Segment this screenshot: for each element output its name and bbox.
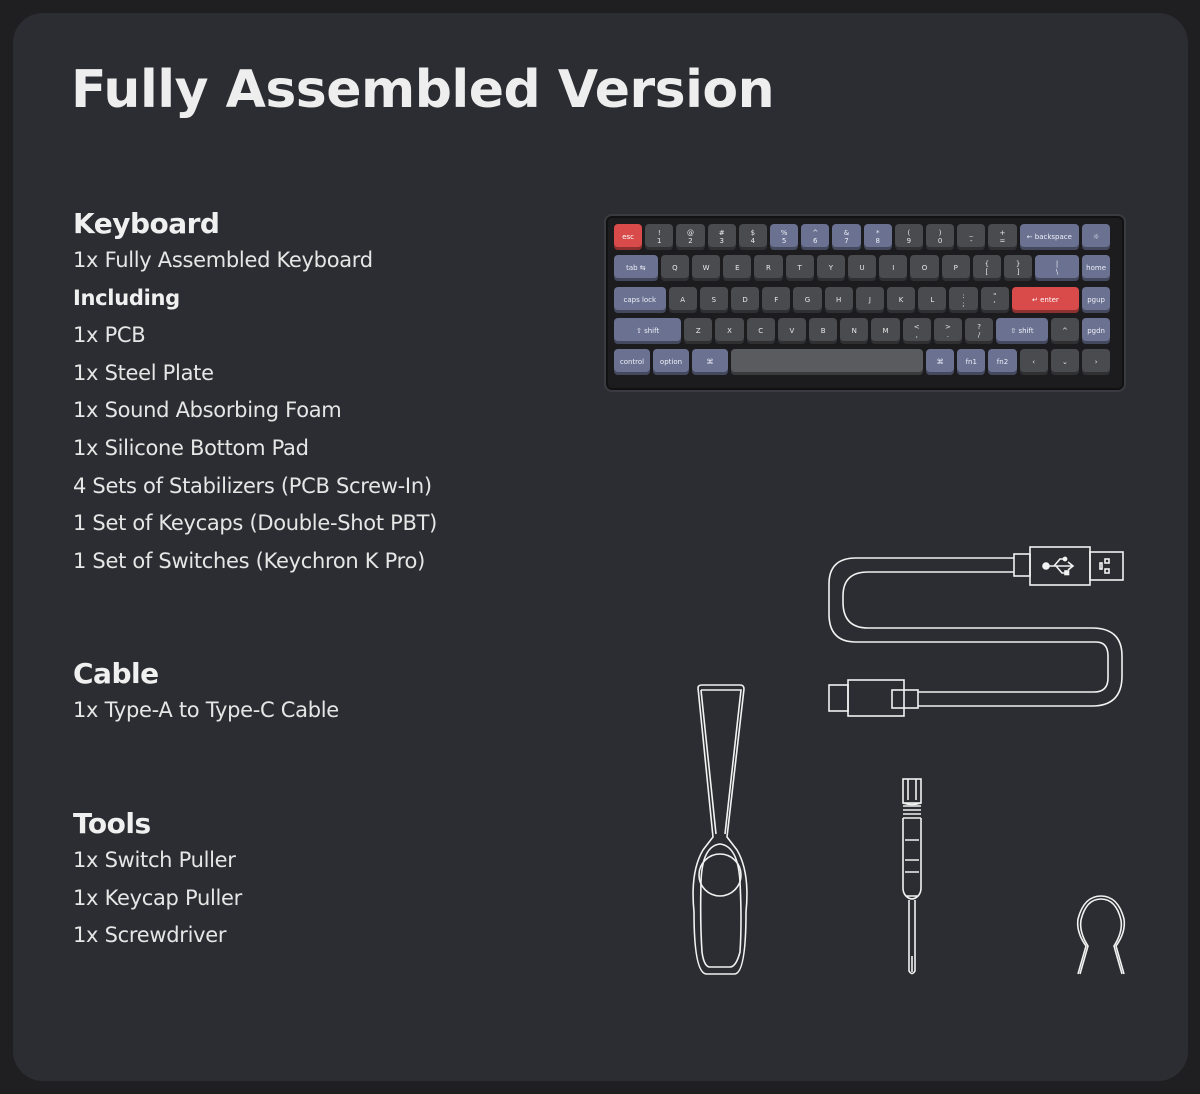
keycap: ⇧ shift (614, 317, 682, 344)
keycap: $4 (738, 224, 767, 250)
keycap: #3 (707, 224, 736, 250)
keycap: ) 0 (926, 224, 955, 250)
keycap: › (1082, 349, 1111, 376)
usb-symbol-icon (1042, 556, 1075, 576)
keycap: option (653, 349, 689, 376)
list-item: 1x Fully Assembled Keyboard (73, 248, 373, 272)
keycap: fn1 (957, 349, 986, 376)
keycap: >. (933, 317, 962, 344)
keycap: A (668, 286, 697, 313)
list-item: 1 Set of Keycaps (Double-Shot PBT) (73, 511, 438, 536)
keycap: * 8 (863, 224, 892, 250)
keycap: + = (988, 224, 1017, 250)
keycap: {[ (972, 255, 1001, 282)
keycap: tab ⇆ (614, 255, 658, 282)
list-item: 1x Silicone Bottom Pad (73, 435, 309, 460)
keycap: M (871, 317, 900, 344)
keycap: O (910, 255, 939, 282)
keycap: & 7 (832, 224, 861, 250)
keycap: " ' (980, 286, 1009, 313)
keycap: ! 1 (645, 224, 674, 250)
keycap: U (848, 255, 877, 282)
list-item: 1x Type-A to Type-C Cable (73, 698, 339, 722)
list-item: 1x Switch Puller (73, 848, 236, 872)
keycap: B (809, 317, 838, 344)
keycap: W (692, 255, 721, 282)
keycap: V (777, 317, 806, 344)
keycap: pgup (1082, 286, 1111, 313)
list-item: 1x Keycap Puller (73, 885, 242, 910)
keycap: J (855, 286, 884, 313)
switch-puller-icon (692, 684, 748, 975)
keycap: ⇧ shift (996, 317, 1048, 344)
keycap: ☼ (1082, 224, 1111, 250)
usb-cable-icon (828, 546, 1124, 717)
list-item: 4 Sets of Stabilizers (PCB Screw-In) (73, 473, 432, 498)
subheading-including: Including (73, 285, 180, 310)
list-item: 1 Set of Switches (Keychron K Pro) (73, 548, 425, 573)
section-tools: Tools 1x Switch Puller 1x Keycap Puller … (73, 806, 242, 955)
screwdriver-icon (902, 778, 922, 975)
keycap: R (754, 255, 783, 282)
keycap: ^ 6 (801, 224, 830, 250)
keycap: }] (1004, 255, 1033, 282)
keycap: F (762, 286, 791, 313)
keycap: P (941, 255, 970, 282)
keycap: :; (949, 286, 978, 313)
keycap: Z (684, 317, 713, 344)
keycap: H (824, 286, 853, 313)
keycap: ⌄ (1050, 349, 1079, 376)
keycap: control (614, 349, 650, 376)
keycap: | \ (1035, 255, 1079, 282)
keycap: S (699, 286, 728, 313)
keycap: _ - (957, 224, 986, 250)
keycap: X (715, 317, 744, 344)
keycap: (9 (894, 224, 923, 250)
list-item: 1x Screwdriver (73, 923, 227, 948)
keycap (731, 349, 923, 376)
keycap: ↵ enter (1011, 286, 1079, 313)
keyboard-illustration: esc! 1 @2 #3 $4% 5 ^ 6 & 7 * 8(9) 0 _ - + = ← backspace ☼ t… (604, 214, 1126, 392)
keycap: T (785, 255, 814, 282)
section-keyboard: Keyboard 1x Fully Assembled Keyboard Inc… (73, 206, 437, 580)
keycap: pgdn (1082, 317, 1111, 344)
list-item: 1x PCB (73, 323, 146, 348)
keycap: % 5 (770, 224, 799, 250)
section-heading-tools: Tools (73, 807, 151, 840)
keycap: I (879, 255, 908, 282)
keycap: home (1082, 255, 1111, 282)
keycap: D (731, 286, 760, 313)
keycap: C (746, 317, 775, 344)
section-heading-keyboard: Keyboard (73, 207, 220, 240)
keycap: ← backspace (1019, 224, 1079, 250)
keycap: N (840, 317, 869, 344)
keycap: Q (660, 255, 689, 282)
keycap: Y (816, 255, 845, 282)
keycap: ⌘ (926, 349, 955, 376)
keycap: ‹ (1019, 349, 1048, 376)
keycap: ⌘ (692, 349, 728, 376)
keycap: caps lock (614, 286, 666, 313)
keycap: L (918, 286, 947, 313)
keycap: @2 (676, 224, 705, 250)
section-cable: Cable 1x Type-A to Type-C Cable (73, 656, 339, 730)
keycap: ^ (1050, 317, 1079, 344)
keycap: fn2 (988, 349, 1017, 376)
list-item: 1x Sound Absorbing Foam (73, 398, 342, 423)
section-heading-cable: Cable (73, 657, 159, 690)
keycap-puller-icon (1076, 895, 1126, 975)
keycap: G (793, 286, 822, 313)
list-item: 1x Steel Plate (73, 360, 214, 385)
page-title: Fully Assembled Version (71, 60, 775, 120)
keycap: <, (902, 317, 931, 344)
keycap: K (887, 286, 916, 313)
keycap: E (723, 255, 752, 282)
keycap: esc (614, 224, 643, 250)
keycap: ? / (965, 317, 994, 344)
